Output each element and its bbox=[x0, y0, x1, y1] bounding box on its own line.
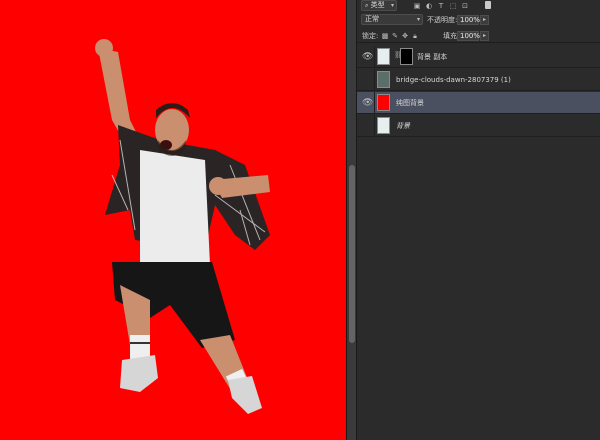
divider bbox=[374, 115, 375, 137]
divider bbox=[374, 46, 375, 68]
shape-filter-icon[interactable]: ⬚ bbox=[449, 2, 457, 10]
eye-icon[interactable]: 👁︎ bbox=[362, 98, 373, 108]
blend-row: 正常 ▾ 不透明度: 100% ▸ bbox=[357, 13, 600, 27]
layer-thumbnail bbox=[377, 117, 390, 134]
opacity-slider-button[interactable]: ▸ bbox=[480, 15, 489, 25]
fill-value: 100% bbox=[460, 32, 481, 40]
layer-name[interactable]: bridge-clouds-dawn-2807379 (1) bbox=[396, 69, 511, 91]
blend-mode-dropdown[interactable]: 正常 ▾ bbox=[361, 14, 423, 25]
layer-row[interactable]: 👁︎ ⛓︎ 背景 副本 bbox=[357, 46, 600, 68]
eye-icon[interactable] bbox=[362, 75, 372, 85]
eye-icon[interactable]: 👁︎ bbox=[362, 52, 373, 62]
lock-image-pixels-icon[interactable]: ✎ bbox=[391, 32, 399, 40]
image-filter-icon[interactable]: ▣ bbox=[413, 2, 421, 10]
layer-name[interactable]: 纯图背景 bbox=[396, 92, 424, 114]
adjustment-filter-icon[interactable]: ◐ bbox=[425, 2, 433, 10]
layer-thumbnail bbox=[377, 71, 390, 88]
type-filter-icon[interactable]: T bbox=[437, 2, 445, 10]
chevron-down-icon: ▾ bbox=[390, 2, 394, 9]
divider bbox=[374, 92, 375, 114]
opacity-field[interactable]: 100% bbox=[457, 15, 481, 25]
document-canvas[interactable] bbox=[0, 0, 346, 440]
opacity-label: 不透明度: bbox=[427, 16, 458, 24]
blend-mode-value: 正常 bbox=[365, 15, 379, 23]
eye-icon[interactable] bbox=[362, 121, 372, 131]
layers-panel: ⌕ 类型 ▾ ▣ ◐ T ⬚ ⊡ 正常 ▾ 不透明度: 100% ▸ 锁定: ▩… bbox=[356, 0, 600, 440]
fill-field[interactable]: 100% bbox=[457, 31, 481, 41]
jumping-man-image bbox=[95, 39, 270, 414]
lock-position-icon[interactable]: ✥ bbox=[401, 32, 409, 40]
layer-name[interactable]: 背景 副本 bbox=[417, 46, 447, 68]
layer-thumbnail bbox=[377, 48, 390, 65]
lock-transparent-pixels-icon[interactable]: ▩ bbox=[381, 32, 389, 40]
layer-thumbnail bbox=[377, 94, 390, 111]
layer-row[interactable]: 背景 bbox=[357, 115, 600, 137]
layer-name[interactable]: 背景 bbox=[396, 115, 410, 137]
filter-kind-dropdown[interactable]: ⌕ 类型 ▾ bbox=[361, 0, 397, 11]
canvas-vertical-scrollbar[interactable] bbox=[346, 0, 356, 440]
layer-row-selected[interactable]: 👁︎ 纯图背景 bbox=[357, 92, 600, 114]
lock-all-icon[interactable]: 🔒︎ bbox=[411, 32, 419, 40]
search-icon: ⌕ bbox=[365, 2, 369, 9]
fill-slider-button[interactable]: ▸ bbox=[480, 31, 489, 41]
layer-filter-bar: ⌕ 类型 ▾ ▣ ◐ T ⬚ ⊡ bbox=[357, 0, 600, 12]
layer-mask-thumbnail[interactable] bbox=[400, 48, 413, 65]
lock-row: 锁定: ▩ ✎ ✥ 🔒︎ 填充: 100% ▸ bbox=[357, 29, 600, 43]
filter-toggle-switch[interactable] bbox=[485, 1, 491, 9]
smart-object-filter-icon[interactable]: ⊡ bbox=[461, 2, 469, 10]
lock-label: 锁定: bbox=[362, 32, 379, 40]
opacity-value: 100% bbox=[460, 16, 481, 24]
scrollbar-thumb[interactable] bbox=[349, 165, 355, 343]
layer-row[interactable]: bridge-clouds-dawn-2807379 (1) bbox=[357, 69, 600, 91]
chevron-down-icon: ▾ bbox=[416, 16, 420, 23]
filter-kind-label: 类型 bbox=[370, 1, 385, 9]
divider bbox=[374, 69, 375, 91]
